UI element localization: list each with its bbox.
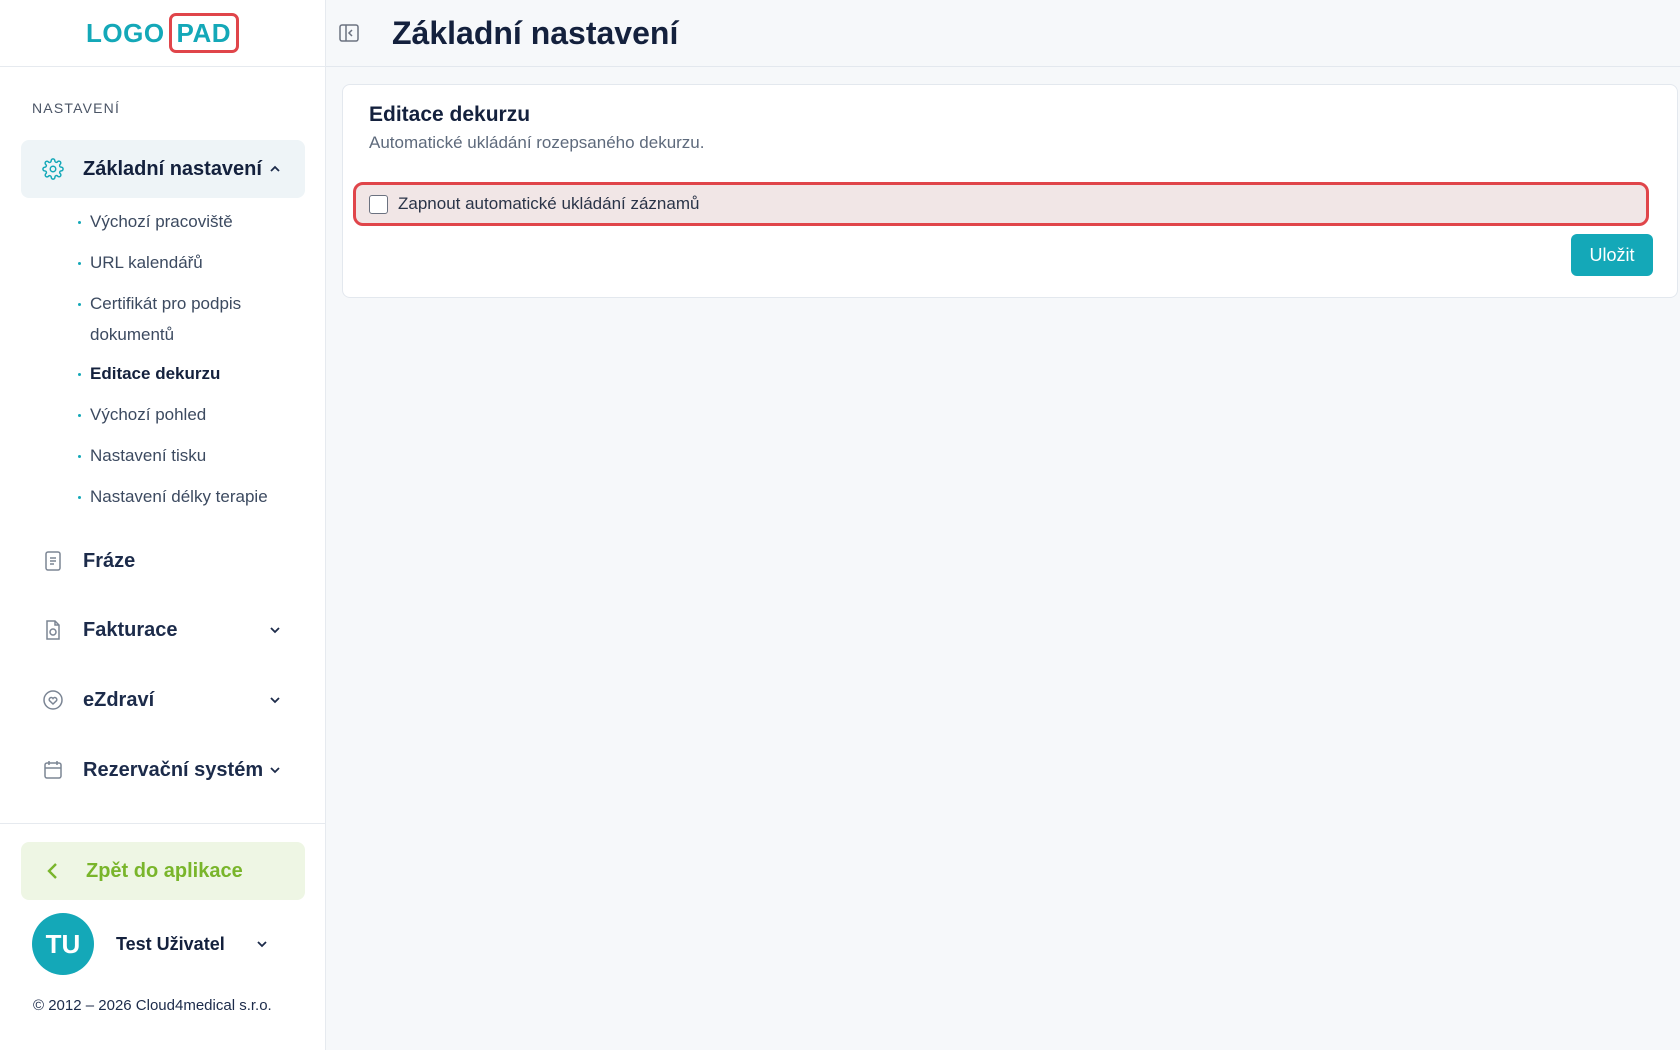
sidebar-item-label: Fráze <box>83 549 136 572</box>
sidebar-item-label: Základní nastavení <box>83 157 262 180</box>
submenu-item-delka-terapie[interactable]: Nastavení délky terapie <box>78 481 308 512</box>
submenu-item-nastaveni-tisku[interactable]: Nastavení tisku <box>78 440 308 471</box>
logo[interactable]: LOGO PAD <box>85 13 240 53</box>
submenu-zakladni-nastaveni: Výchozí pracoviště URL kalendářů Certifi… <box>78 206 308 512</box>
submenu-item-url-kalendaru[interactable]: URL kalendářů <box>78 247 308 278</box>
user-menu[interactable]: TU Test Uživatel <box>32 913 292 975</box>
submenu-item-certifikat[interactable]: Certifikát pro podpis dokumentů <box>78 288 308 350</box>
back-to-app-button[interactable]: Zpět do aplikace <box>21 842 305 900</box>
sidebar: LOGO PAD NASTAVENÍ Základní nastavení Vý… <box>0 0 326 1050</box>
submenu-item-editace-dekurzu[interactable]: Editace dekurzu <box>78 358 308 389</box>
calendar-icon <box>42 759 64 781</box>
sidebar-divider <box>0 823 325 824</box>
chevron-up-icon <box>267 161 283 177</box>
chevron-down-icon <box>254 936 270 952</box>
card-subtitle: Automatické ukládání rozepsaného dekurzu… <box>369 133 705 152</box>
submenu-item-vychozi-pracoviste[interactable]: Výchozí pracoviště <box>78 206 308 237</box>
app-root: LOGO PAD NASTAVENÍ Základní nastavení Vý… <box>0 0 1680 1050</box>
logo-text-left: LOGO <box>85 17 165 48</box>
sidebar-item-ezdravi[interactable]: eZdraví <box>21 671 305 729</box>
sidebar-item-zakladni-nastaveni[interactable]: Základní nastavení <box>21 140 305 198</box>
document-icon <box>42 550 64 572</box>
invoice-icon <box>42 619 64 641</box>
topbar: Základní nastavení <box>326 0 1680 67</box>
chevron-down-icon <box>267 622 283 638</box>
autosave-option-label: Zapnout automatické ukládání záznamů <box>398 194 700 213</box>
sidebar-item-rezervacni-system[interactable]: Rezervační systém <box>21 741 305 799</box>
sidebar-toggle-button[interactable] <box>336 20 362 46</box>
heart-icon <box>42 689 64 711</box>
user-name: Test Uživatel <box>116 933 225 954</box>
sidebar-item-fraze[interactable]: Fráze <box>21 532 305 590</box>
chevron-down-icon <box>267 692 283 708</box>
logo-text-right: PAD <box>168 13 240 53</box>
page-title: Základní nastavení <box>392 14 679 51</box>
autosave-option-row[interactable]: Zapnout automatické ukládání záznamů <box>353 182 1649 226</box>
avatar: TU <box>32 913 94 975</box>
sidebar-item-label: Fakturace <box>83 618 178 641</box>
autosave-checkbox[interactable] <box>369 194 388 214</box>
sidebar-section-title: NASTAVENÍ <box>32 100 121 116</box>
settings-card: Editace dekurzu Automatické ukládání roz… <box>342 84 1678 298</box>
chevron-down-icon <box>267 762 283 778</box>
back-to-app-label: Zpět do aplikace <box>86 859 243 882</box>
sidebar-item-label: eZdraví <box>83 688 155 711</box>
gear-icon <box>42 158 64 180</box>
copyright: © 2012 – 2026 Cloud4medical s.r.o. <box>33 997 272 1014</box>
sidebar-item-label: Rezervační systém <box>83 758 264 781</box>
chevron-left-icon <box>42 860 64 882</box>
logo-bar: LOGO PAD <box>0 0 325 67</box>
main-content: Základní nastavení Editace dekurzu Autom… <box>326 0 1680 1050</box>
save-button[interactable]: Uložit <box>1571 234 1653 276</box>
sidebar-collapse-icon <box>339 24 359 42</box>
sidebar-item-fakturace[interactable]: Fakturace <box>21 601 305 659</box>
submenu-item-vychozi-pohled[interactable]: Výchozí pohled <box>78 399 308 430</box>
card-title: Editace dekurzu <box>369 103 531 126</box>
